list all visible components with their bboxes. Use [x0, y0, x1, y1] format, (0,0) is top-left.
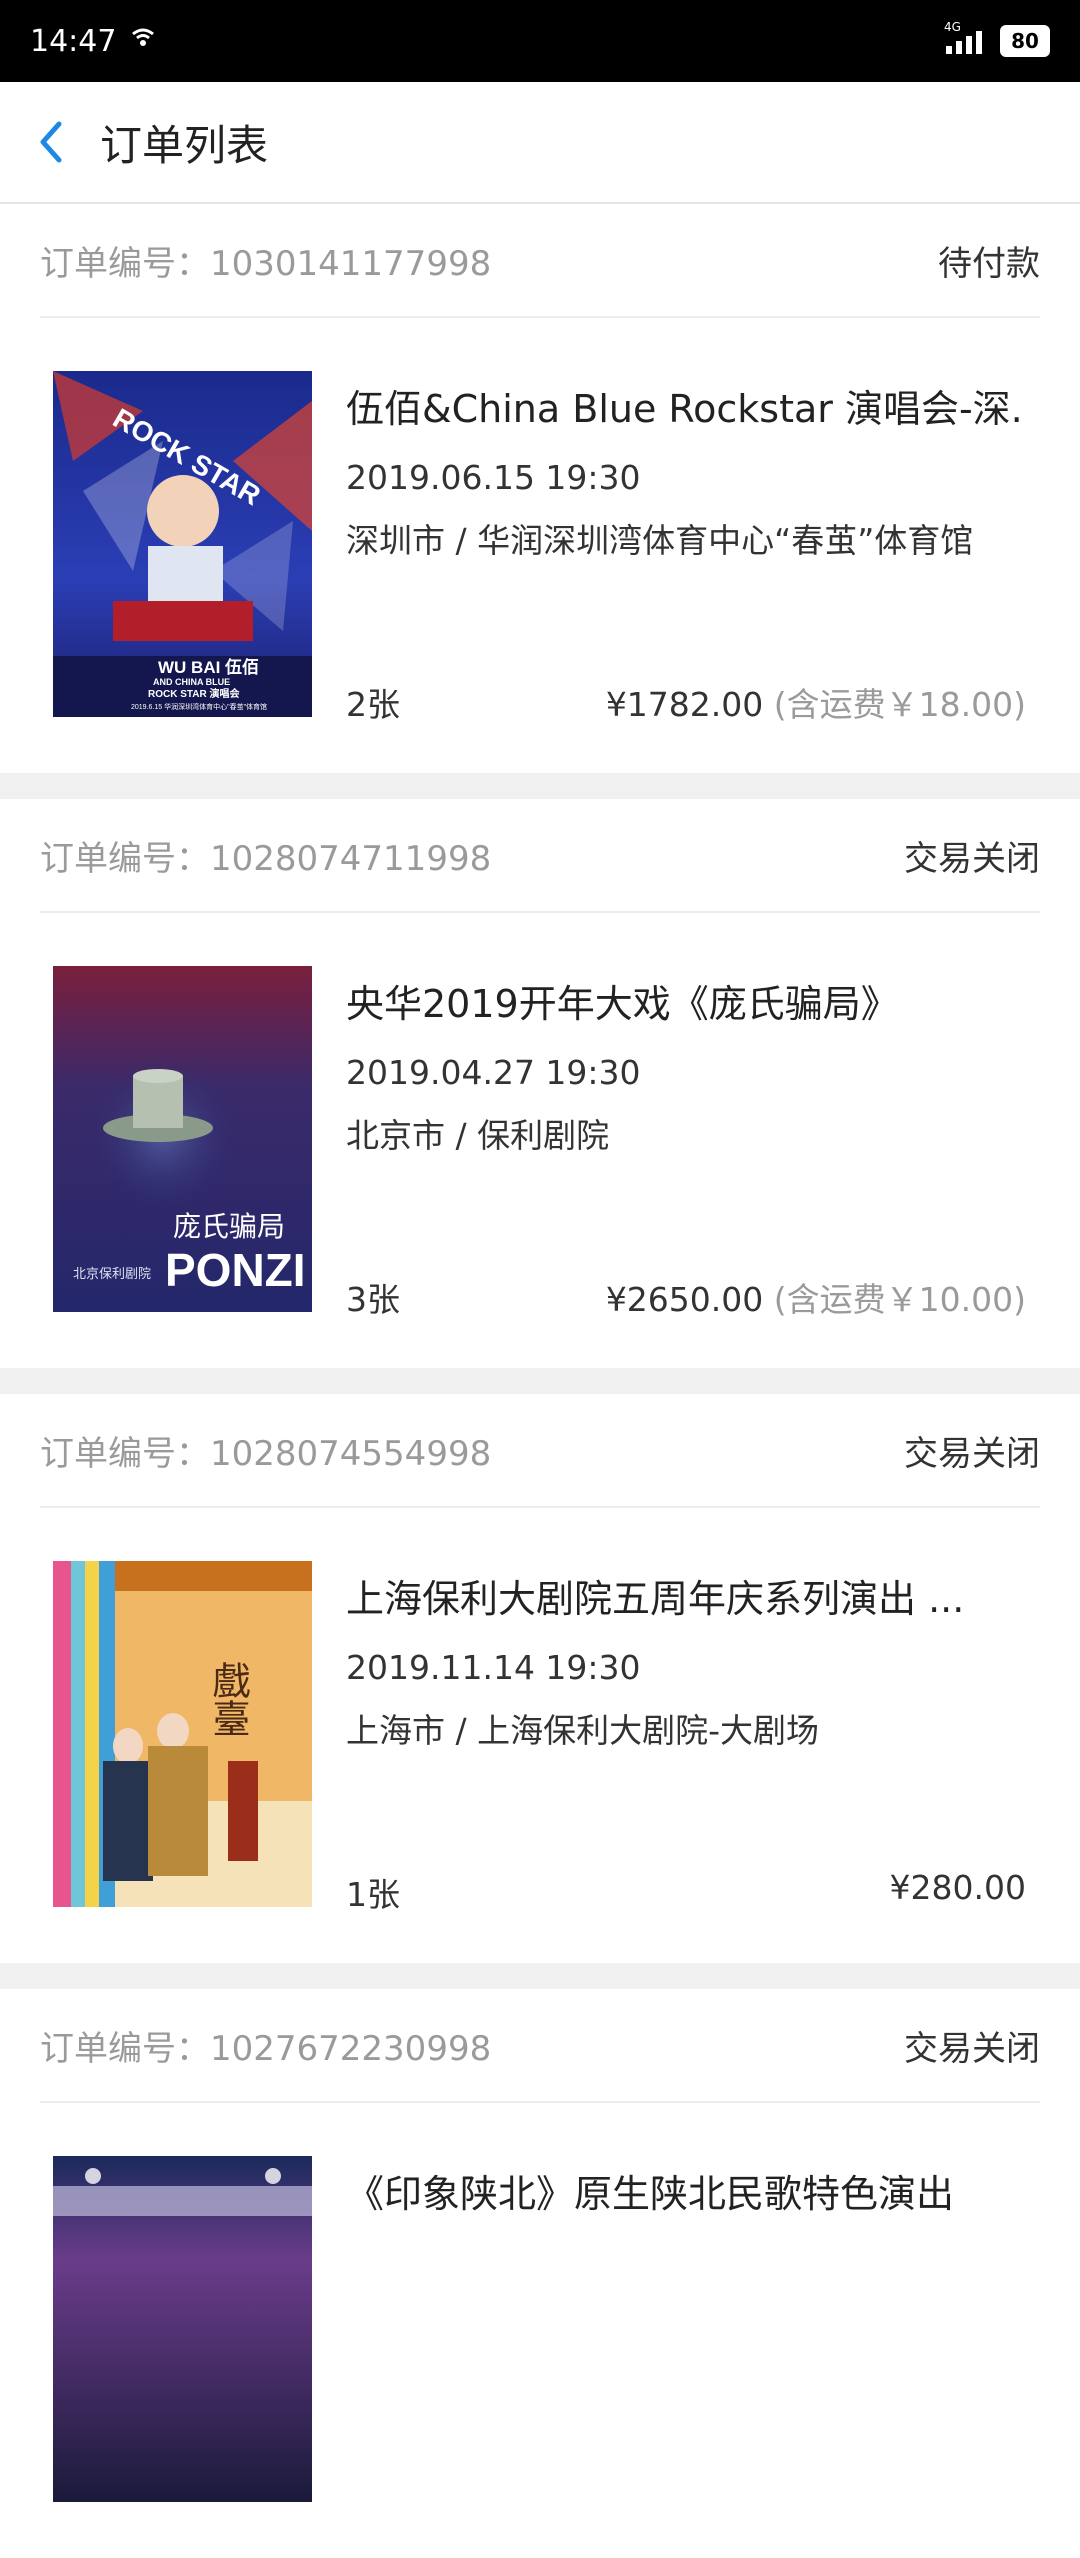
- event-poster: 庞氏骗局 PONZI 北京保利剧院: [53, 966, 312, 1312]
- status-time: 14:47: [30, 23, 117, 59]
- status-right: 4G 80: [944, 20, 1050, 57]
- signal-icon: 4G: [944, 20, 982, 54]
- order-body[interactable]: ROCK STAR WU BAI 伍佰 AND CHINA BLUE ROCK …: [0, 318, 1080, 773]
- status-bar: 14:47 4G 80: [0, 0, 1080, 82]
- order-status: 待付款: [938, 243, 1040, 284]
- event-title: 伍佰&China Blue Rockstar 演唱会-深..: [346, 387, 1026, 431]
- event-title: 央华2019开年大戏《庞氏骗局》: [346, 982, 899, 1026]
- order-body[interactable]: 《印象陕北》原生陕北民歌特色演出: [0, 2103, 1080, 2558]
- shipping-fee: (含运费￥18.00): [763, 685, 1026, 724]
- order-header: 订单编号：1028074554998 交易关闭: [40, 1394, 1040, 1508]
- order-number: 订单编号：1028074554998: [40, 1433, 492, 1474]
- network-type: 4G: [944, 20, 961, 34]
- event-poster: ROCK STAR WU BAI 伍佰 AND CHINA BLUE ROCK …: [53, 371, 312, 717]
- order-price: ¥1782.00 (含运费￥18.00): [605, 685, 1026, 724]
- event-venue: 上海市 / 上海保利大剧院-大剧场: [346, 1711, 820, 1750]
- order-header: 订单编号：1027672230998 交易关闭: [40, 1989, 1040, 2103]
- order-card[interactable]: 订单编号：1028074554998 交易关闭 戲臺 上海保利大剧院五周年庆系列…: [0, 1394, 1080, 1963]
- poster-date-line: 2019.6.15 华润深圳湾体育中心"春茧"体育馆: [131, 702, 267, 711]
- order-card[interactable]: 订单编号：1028074711998 交易关闭 庞氏骗局 PONZI 北京保利剧…: [0, 799, 1080, 1368]
- shipping-fee: (含运费￥10.00): [763, 1280, 1026, 1319]
- poster-main-text: WU BAI 伍佰: [158, 657, 259, 677]
- app-header: 订单列表: [0, 82, 1080, 204]
- event-title: 上海保利大剧院五周年庆系列演出 ...: [346, 1577, 965, 1621]
- order-number: 订单编号：1030141177998: [40, 243, 492, 284]
- order-header: 订单编号：1030141177998 待付款: [40, 204, 1040, 318]
- event-title: 《印象陕北》原生陕北民歌特色演出: [346, 2172, 955, 2216]
- event-venue: 深圳市 / 华润深圳湾体育中心“春茧”体育馆: [346, 521, 974, 560]
- order-status: 交易关闭: [904, 2028, 1040, 2069]
- event-poster: [53, 2156, 312, 2502]
- poster-place: 北京保利剧院: [73, 1267, 151, 1282]
- poster-cn-title: 庞氏骗局: [173, 1210, 285, 1243]
- poster-sub-text: AND CHINA BLUE: [153, 677, 230, 687]
- chevron-left-icon: [40, 121, 62, 163]
- status-left: 14:47: [30, 24, 156, 59]
- event-datetime: 2019.04.27 19:30: [346, 1053, 641, 1092]
- event-venue: 北京市 / 保利剧院: [346, 1116, 610, 1155]
- order-body[interactable]: 庞氏骗局 PONZI 北京保利剧院 央华2019开年大戏《庞氏骗局》 2019.…: [0, 913, 1080, 1368]
- poster-main-text: 戲臺: [206, 1661, 250, 1737]
- ticket-quantity: 1张: [346, 1875, 400, 1914]
- poster-sub-text-2: ROCK STAR 演唱会: [148, 687, 239, 700]
- battery-icon: 80: [1000, 25, 1050, 57]
- order-number: 订单编号：1027672230998: [40, 2028, 492, 2069]
- section-divider: [0, 1368, 1080, 1394]
- page-title: 订单列表: [100, 120, 269, 170]
- event-datetime: 2019.11.14 19:30: [346, 1648, 641, 1687]
- ticket-quantity: 3张: [346, 1280, 400, 1319]
- wifi-icon: [130, 24, 156, 59]
- poster-en-title: PONZI: [165, 1244, 306, 1296]
- event-poster: 戲臺: [53, 1561, 312, 1907]
- section-divider: [0, 773, 1080, 799]
- order-header: 订单编号：1028074711998 交易关闭: [40, 799, 1040, 913]
- ticket-quantity: 2张: [346, 685, 400, 724]
- order-card[interactable]: 订单编号：1030141177998 待付款 ROCK STAR WU BAI …: [0, 204, 1080, 773]
- order-card[interactable]: 订单编号：1027672230998 交易关闭 《印象陕北》原生陕北民歌特色演出: [0, 1989, 1080, 2558]
- order-number: 订单编号：1028074711998: [40, 838, 492, 879]
- order-price: ¥280.00: [889, 1868, 1026, 1907]
- order-body[interactable]: 戲臺 上海保利大剧院五周年庆系列演出 ... 2019.11.14 19:30 …: [0, 1508, 1080, 1963]
- order-status: 交易关闭: [904, 838, 1040, 879]
- order-price: ¥2650.00 (含运费￥10.00): [605, 1280, 1026, 1319]
- order-status: 交易关闭: [904, 1433, 1040, 1474]
- back-button[interactable]: [0, 118, 100, 166]
- event-datetime: 2019.06.15 19:30: [346, 458, 641, 497]
- section-divider: [0, 1963, 1080, 1989]
